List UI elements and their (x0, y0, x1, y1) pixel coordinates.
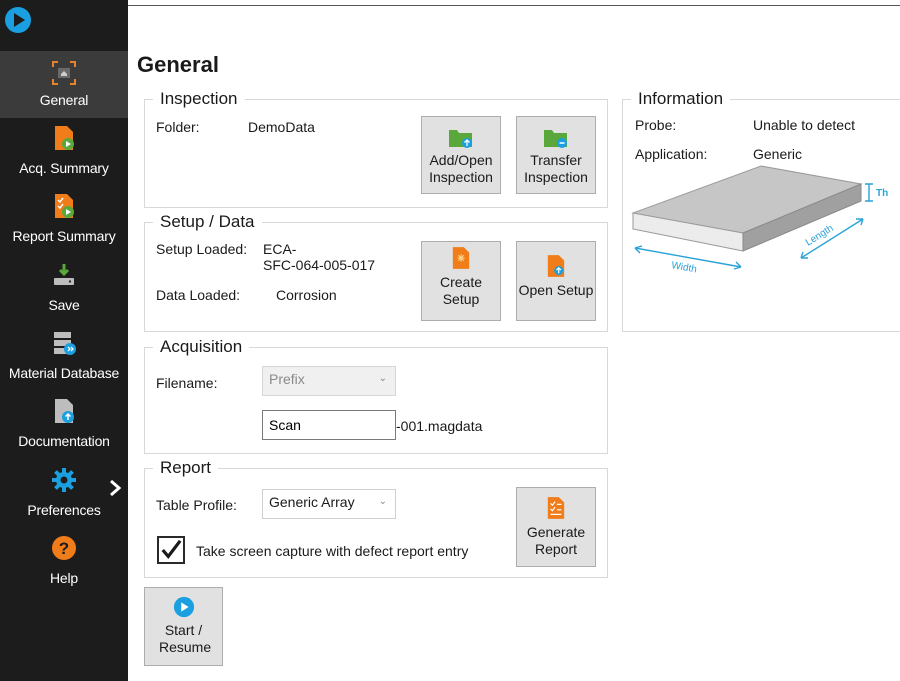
sidebar-item-material-database[interactable]: Material Database (0, 330, 128, 390)
setup-loaded-value-line-2: SFC-064-005-017 (263, 257, 376, 273)
sidebar-item-save[interactable]: Save (0, 262, 128, 322)
probe-label: Probe: (635, 117, 677, 133)
report-group: Report Table Profile: Generic Array ⌄ Ta… (144, 458, 608, 578)
transfer-inspection-button[interactable]: Transfer Inspection (516, 116, 596, 194)
checkmark-icon (161, 539, 182, 559)
home-frame-icon (52, 61, 76, 85)
table-profile-dropdown[interactable]: Generic Array ⌄ (262, 489, 396, 519)
save-icon (54, 264, 74, 285)
setup-loaded-value-line-1: ECA- (263, 241, 297, 257)
sidebar-item-acq-summary[interactable]: Acq. Summary (0, 125, 128, 185)
start-resume-label: Start / Resume (159, 622, 212, 655)
application-label: Application: (635, 146, 708, 162)
generate-report-button[interactable]: Generate Report (516, 487, 596, 567)
group-title: Setup / Data (153, 212, 262, 232)
information-group: Information Probe: Unable to detect Appl… (622, 89, 900, 332)
create-setup-icon (452, 247, 470, 269)
folder-value: DemoData (248, 119, 315, 135)
sidebar-item-label: Acq. Summary (19, 160, 109, 176)
table-profile-label: Table Profile: (156, 497, 237, 513)
gear-icon (52, 468, 76, 492)
prefix-dropdown[interactable]: Prefix ⌄ (262, 366, 396, 396)
sidebar-item-documentation[interactable]: Documentation (0, 398, 128, 458)
probe-value: Unable to detect (753, 117, 855, 133)
open-setup-icon (547, 255, 565, 277)
setup-loaded-label: Setup Loaded: (156, 241, 248, 257)
filename-label: Filename: (156, 375, 218, 391)
sidebar-item-label: Material Database (8, 365, 120, 381)
data-loaded-label: Data Loaded: (156, 287, 241, 303)
dimensions-diagram: Width Length Th (631, 165, 888, 275)
create-setup-button[interactable]: Create Setup (421, 241, 501, 321)
screen-capture-checkbox[interactable] (157, 536, 185, 564)
generate-report-icon (547, 497, 565, 519)
help-icon: ? (52, 536, 76, 560)
sidebar-item-report-summary[interactable]: Report Summary (0, 193, 128, 253)
folder-transfer-icon (544, 130, 567, 148)
open-setup-button[interactable]: Open Setup (516, 241, 596, 321)
app-logo-icon[interactable] (4, 6, 32, 34)
group-title: Report (153, 458, 219, 478)
svg-text:?: ? (59, 539, 69, 558)
group-title: Acquisition (153, 337, 250, 357)
open-setup-label: Open Setup (518, 282, 594, 298)
add-open-inspection-label: Add/Open Inspection (429, 152, 493, 185)
group-title: Inspection (153, 89, 245, 109)
table-profile-value: Generic Array (269, 494, 355, 510)
chevron-down-icon: ⌄ (378, 373, 387, 384)
sidebar-item-label: Preferences (27, 502, 101, 518)
play-icon (173, 596, 194, 618)
scan-filename-input[interactable] (262, 410, 396, 440)
sidebar-item-label: Help (50, 570, 78, 586)
thickness-dim-label: Th (876, 188, 888, 199)
screen-capture-label[interactable]: Take screen capture with defect report e… (196, 543, 468, 559)
sidebar-item-help[interactable]: ? Help (0, 535, 128, 595)
filename-suffix: -001.magdata (396, 418, 483, 434)
sidebar-item-label: Save (48, 297, 80, 313)
folder-add-icon (449, 130, 472, 148)
group-title: Information (631, 89, 731, 109)
sidebar-item-preferences[interactable]: Preferences (0, 467, 128, 527)
setup-data-group: Setup / Data Setup Loaded: ECA- SFC-064-… (144, 212, 608, 332)
data-loaded-value: Corrosion (276, 287, 337, 303)
width-dim-label: Width (670, 260, 697, 275)
inspection-group: Inspection Folder: DemoData Add/Open Ins… (144, 89, 608, 208)
start-resume-button[interactable]: Start / Resume (144, 587, 223, 666)
acq-summary-icon (55, 126, 74, 150)
length-dim-label: Length (804, 223, 836, 249)
page-title: General (137, 52, 219, 77)
top-divider (128, 5, 900, 6)
transfer-inspection-label: Transfer Inspection (524, 152, 588, 185)
chevron-down-icon: ⌄ (378, 496, 387, 507)
application-value: Generic (753, 146, 803, 162)
create-setup-label: Create Setup (439, 274, 483, 307)
sidebar-item-label: Documentation (18, 433, 110, 449)
add-open-inspection-button[interactable]: Add/Open Inspection (421, 116, 501, 194)
material-database-icon (54, 332, 76, 355)
sidebar: General Acq. Summary Report Summary Save (0, 0, 128, 681)
sidebar-item-general[interactable]: General (0, 51, 128, 118)
report-summary-icon (55, 194, 74, 218)
chevron-right-icon (110, 479, 122, 497)
acquisition-group: Acquisition Filename: Prefix ⌄ -001.magd… (144, 337, 608, 454)
sidebar-item-label: General (39, 92, 89, 108)
documentation-icon (55, 399, 74, 423)
generate-report-label: Generate Report (526, 524, 586, 557)
prefix-dropdown-value: Prefix (269, 371, 305, 387)
folder-label: Folder: (156, 119, 200, 135)
sidebar-item-label: Report Summary (12, 228, 116, 244)
